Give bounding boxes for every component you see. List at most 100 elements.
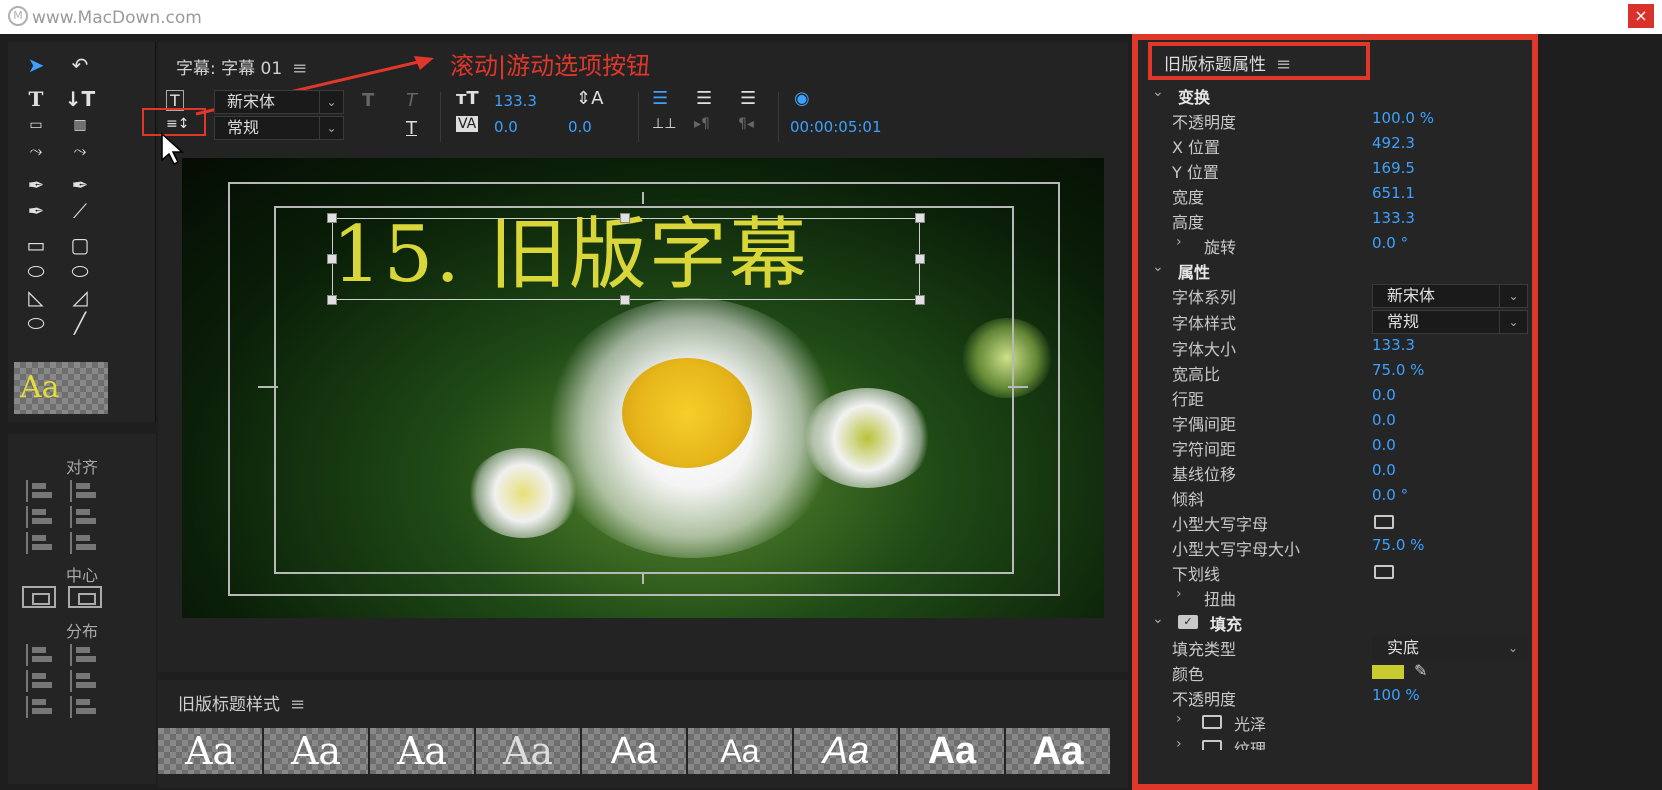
center-horizontal-icon[interactable] [22,586,56,608]
resize-handle[interactable] [915,295,925,305]
style-swatch[interactable]: Aa [794,728,898,774]
underline-checkbox[interactable] [1374,565,1394,579]
distribute-right-icon[interactable] [26,696,54,718]
align-hcenter-icon[interactable] [26,506,54,528]
align-bottom-icon[interactable] [70,532,98,554]
font-style-select[interactable]: 常规 ⌄ [214,116,344,140]
bold-icon[interactable]: T [362,90,374,111]
arc-tool-icon[interactable]: ◿ [62,284,98,310]
prop-value[interactable]: 100.0 % [1372,109,1434,127]
prop-sheen[interactable]: › 光泽 [1138,711,1530,735]
prop-value[interactable]: 75.0 % [1372,536,1424,554]
prop-value[interactable]: 0.0 [1372,411,1396,429]
style-swatch[interactable]: Aa [1006,728,1110,774]
menu-icon[interactable]: ≡ [290,694,305,715]
italic-icon[interactable]: T [406,90,417,111]
align-center-text-icon[interactable]: ☰ [696,88,712,109]
prop-value[interactable]: 0.0 [1372,461,1396,479]
underline-icon[interactable]: T [406,118,417,139]
prop-value[interactable]: 100 % [1372,686,1420,704]
distribute-hcenter-icon[interactable] [26,670,54,692]
texture-checkbox[interactable] [1202,740,1222,750]
wedge-tool-icon[interactable]: ◺ [18,284,54,310]
section-properties[interactable]: ⌄ 属性 [1138,259,1530,283]
paragraph-icon[interactable]: ¶◂ [738,116,754,132]
add-anchor-tool-icon[interactable]: ✒ [18,198,54,224]
align-vcenter-icon[interactable] [70,506,98,528]
prop-value[interactable]: 651.1 [1372,184,1415,202]
selection-tool-icon[interactable]: ➤ [18,52,54,78]
style-swatch[interactable]: Aa [158,728,262,774]
resize-handle[interactable] [620,213,630,223]
prop-value[interactable]: 169.5 [1372,159,1415,177]
prop-value[interactable]: 0.0 ° [1372,486,1408,504]
video-canvas[interactable]: 15. 旧版字幕 [182,158,1104,618]
resize-handle[interactable] [327,213,337,223]
line-tool-icon[interactable]: ╱ [62,310,98,336]
pen-tool-icon[interactable]: ✒ [18,172,54,198]
style-swatch[interactable]: Aa [370,728,474,774]
center-vertical-icon[interactable] [68,586,102,608]
align-right-icon[interactable] [26,532,54,554]
style-swatch[interactable]: Aa [688,728,792,774]
prop-value[interactable]: 492.3 [1372,134,1415,152]
rectangle-tool-icon[interactable]: ▭ [18,232,54,258]
prop-distort[interactable]: › 扭曲 [1138,586,1530,610]
prop-value[interactable]: 133.3 [1372,336,1415,354]
section-fill[interactable]: ⌄ ✓ 填充 [1138,611,1530,635]
ellipse-tool-icon[interactable]: ⬭ [18,258,54,284]
timecode[interactable]: 00:00:05:01 [790,118,882,136]
small-caps-checkbox[interactable] [1374,515,1394,529]
clipped-corner-tool-icon[interactable]: ⬭ [62,258,98,284]
tab-stops-icon[interactable]: ⊥⊥ [652,116,676,132]
menu-icon[interactable]: ≡ [1276,54,1291,75]
caption-text[interactable]: 15. 旧版字幕 [332,212,922,298]
resize-handle[interactable] [915,213,925,223]
path-type-tool-icon[interactable]: ⤳ [18,138,54,164]
eyedropper-icon[interactable]: ✎ [1414,661,1427,680]
style-swatch[interactable]: Aa [264,728,368,774]
oval-tool-icon[interactable]: ⬭ [18,310,54,336]
convert-anchor-tool-icon[interactable]: ⟋ [62,198,98,224]
font-style-dropdown[interactable]: 常规 ⌄ [1372,310,1528,334]
fill-type-dropdown[interactable]: 实底 ⌄ [1372,636,1528,660]
distribute-vcenter-icon[interactable] [70,670,98,692]
prop-value[interactable]: 75.0 % [1372,361,1424,379]
resize-handle[interactable] [620,295,630,305]
background-video-icon[interactable]: ◉ [794,88,810,109]
resize-handle[interactable] [327,295,337,305]
sheen-checkbox[interactable] [1202,715,1222,729]
resize-handle[interactable] [327,254,337,264]
vertical-path-type-tool-icon[interactable]: ⤳ [62,138,98,164]
align-right-text-icon[interactable]: ☰ [740,88,756,109]
prop-value[interactable]: 0.0 [1372,386,1396,404]
rotate-tool-icon[interactable]: ↶ [62,52,98,78]
section-transform[interactable]: ⌄ 变换 [1138,84,1530,108]
style-swatch[interactable]: Aa [582,728,686,774]
font-size-value[interactable]: 133.3 [494,92,537,110]
align-left-text-icon[interactable]: ☰ [652,88,668,109]
prop-rotation[interactable]: › 旋转 0.0 ° [1138,234,1530,258]
prop-value[interactable]: 0.0 [1372,436,1396,454]
fill-checkbox[interactable]: ✓ [1178,615,1198,629]
prop-value[interactable]: 0.0 ° [1372,234,1408,252]
font-family-select[interactable]: 新宋体 ⌄ [214,90,344,114]
align-top-icon[interactable] [70,480,98,502]
rounded-rectangle-tool-icon[interactable]: ▢ [62,232,98,258]
style-swatch[interactable]: Aa [900,728,1004,774]
style-swatch[interactable]: Aa [476,728,580,774]
delete-anchor-tool-icon[interactable]: ✒ [62,172,98,198]
distribute-bottom-icon[interactable] [70,696,98,718]
resize-handle[interactable] [915,254,925,264]
baseline-icon[interactable]: ▸¶ [694,116,710,132]
distribute-left-icon[interactable] [26,644,54,666]
area-type-tool-icon[interactable]: ▭ [18,112,54,138]
prop-value[interactable]: 133.3 [1372,209,1415,227]
fill-color-swatch[interactable] [1372,665,1404,679]
vertical-type-tool-icon[interactable]: ↓T [62,86,98,112]
distribute-top-icon[interactable] [70,644,98,666]
align-left-icon[interactable] [26,480,54,502]
font-family-dropdown[interactable]: 新宋体 ⌄ [1372,284,1528,308]
kerning-value[interactable]: 0.0 [494,118,518,136]
type-tool-icon[interactable]: T [18,86,54,112]
